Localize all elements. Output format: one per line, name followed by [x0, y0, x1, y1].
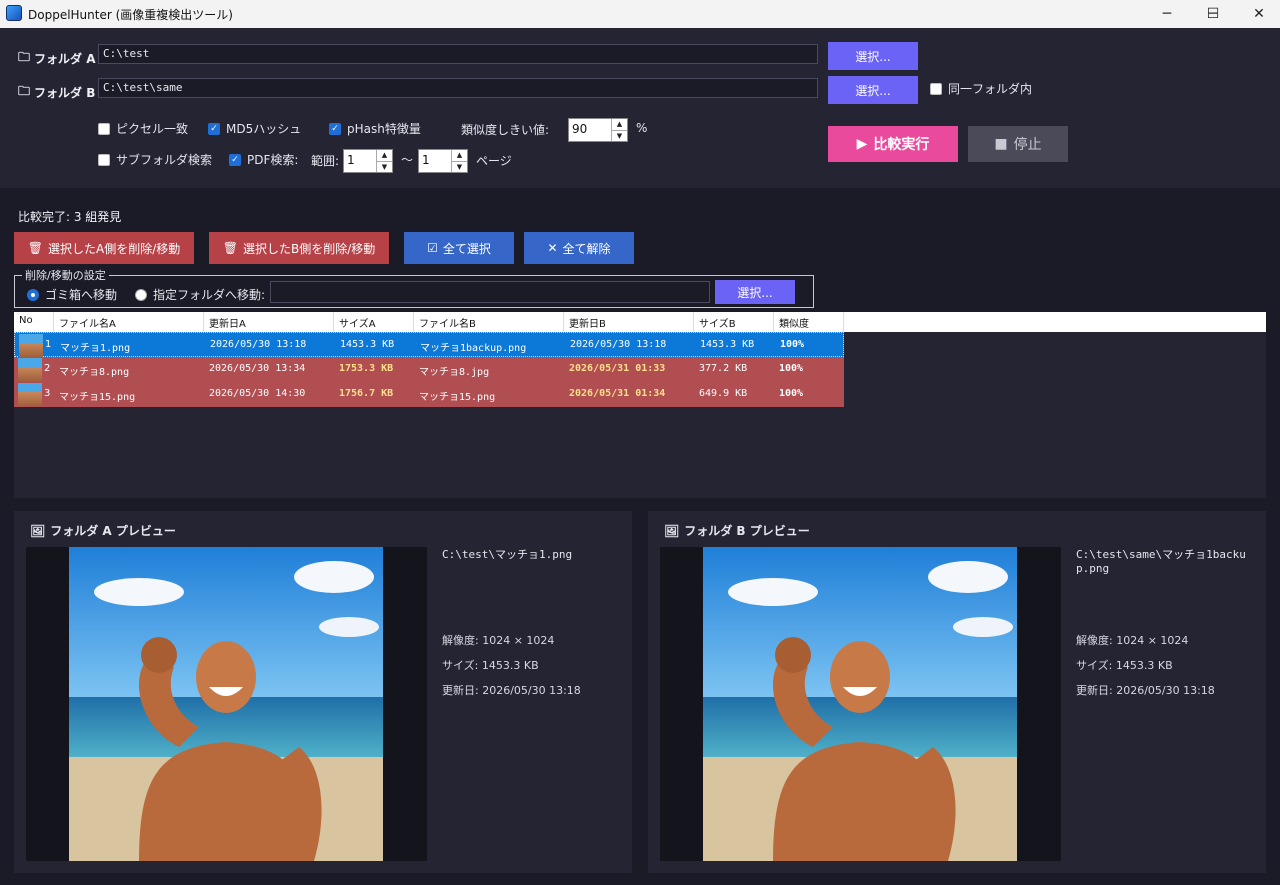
phash-checkbox[interactable]: ✓ pHash特徴量 — [329, 120, 421, 137]
pdf-checkbox[interactable]: ✓ PDF検索: — [229, 151, 298, 168]
preview-b-size: サイズ: 1453.3 KB — [1076, 659, 1173, 672]
threshold-spinner[interactable]: 90 ▲ ▼ — [568, 118, 628, 142]
range-label: 範囲: — [311, 154, 340, 168]
status-text: 比較完了: 3 組発見 — [18, 210, 122, 224]
maximize-button[interactable]: ☐ — [1190, 0, 1236, 28]
same-folder-checkbox[interactable]: 同一フォルダ内 — [930, 80, 1032, 97]
minimize-icon: ─ — [1162, 6, 1172, 22]
move-target-input[interactable] — [270, 281, 710, 303]
folder-icon: 🗀 — [18, 50, 31, 64]
move-settings-group: ゴミ箱へ移動 指定フォルダへ移動: 選択... — [14, 275, 814, 308]
delete-a-button[interactable]: 🗑 選択したA側を削除/移動 — [14, 232, 194, 264]
col-header-name-a[interactable]: ファイル名A — [54, 312, 204, 332]
table-row[interactable]: 3 マッチョ15.png 2026/05/30 14:30 1756.7 KB … — [14, 382, 844, 407]
threshold-label: 類似度しきい値: — [461, 123, 550, 137]
spin-down-icon[interactable]: ▼ — [377, 160, 392, 173]
range-unit: ページ — [476, 154, 512, 168]
col-header-no[interactable]: No — [14, 312, 54, 332]
app-icon — [6, 5, 22, 21]
run-compare-button[interactable]: ▶ 比較実行 — [828, 126, 958, 162]
spin-up-icon[interactable]: ▲ — [377, 150, 392, 161]
spin-up-icon[interactable]: ▲ — [452, 150, 467, 161]
folder-a-label: 🗀 フォルダ A — [18, 48, 95, 69]
x-icon: ✕ — [547, 241, 558, 255]
preview-b-title: 🖼 フォルダ B プレビュー — [664, 523, 810, 539]
preview-a-size: サイズ: 1453.3 KB — [442, 659, 539, 672]
folder-icon: 🗀 — [18, 84, 31, 98]
table-row[interactable]: 1 マッチョ1.png 2026/05/30 13:18 1453.3 KB マ… — [14, 332, 844, 357]
preview-b-path: C:\test\same\マッチョ1backup.png — [1076, 548, 1246, 575]
col-header-size-b[interactable]: サイズB — [694, 312, 774, 332]
folder-a-select-button[interactable]: 選択... — [828, 42, 918, 70]
move-target-select-button[interactable]: 選択... — [715, 280, 795, 304]
stop-icon: ■ — [994, 136, 1008, 152]
check-icon: ✓ — [229, 153, 241, 166]
image-icon: 🖼 — [664, 523, 680, 538]
preview-a-modified: 更新日: 2026/05/30 13:18 — [442, 684, 581, 697]
preview-b-image — [703, 547, 1017, 861]
settings-panel: 🗀 フォルダ A C:\test 選択... 🗀 フォルダ B C:\test\sa… — [0, 28, 1280, 188]
stop-button[interactable]: ■ 停止 — [968, 126, 1068, 162]
check-icon: ✓ — [329, 122, 341, 135]
preview-panel-a: 🖼 フォルダ A プレビュー C:\test\マッチョ1.png 解像度: 102… — [14, 511, 632, 873]
folder-move-radio[interactable]: 指定フォルダへ移動: — [135, 286, 265, 303]
threshold-unit: % — [636, 121, 648, 135]
trash-icon: 🗑 — [222, 241, 238, 255]
window-title: DoppelHunter (画像重複検出ツール) — [28, 8, 233, 22]
preview-a-resolution: 解像度: 1024 × 1024 — [442, 634, 555, 647]
range-from-spinner[interactable]: 1 ▲ ▼ — [343, 149, 393, 173]
preview-a-title: 🖼 フォルダ A プレビュー — [30, 523, 176, 539]
spin-up-icon[interactable]: ▲ — [612, 119, 627, 130]
preview-b-modified: 更新日: 2026/05/30 13:18 — [1076, 684, 1215, 697]
preview-a-frame — [26, 547, 427, 861]
spin-down-icon[interactable]: ▼ — [452, 160, 467, 173]
select-all-button[interactable]: ☑ 全て選択 — [404, 232, 514, 264]
folder-b-path-input[interactable]: C:\test\same — [98, 78, 818, 98]
minimize-button[interactable]: ─ — [1144, 0, 1190, 28]
col-header-name-b[interactable]: ファイル名B — [414, 312, 564, 332]
trash-radio[interactable]: ゴミ箱へ移動 — [27, 286, 117, 303]
results-table: No ファイル名A 更新日A サイズA ファイル名B 更新日B サイズB 類似度… — [14, 312, 1266, 498]
col-header-similarity[interactable]: 類似度 — [774, 312, 844, 332]
play-icon: ▶ — [856, 136, 868, 152]
maximize-icon: ☐ — [1206, 6, 1220, 22]
deselect-all-button[interactable]: ✕ 全て解除 — [524, 232, 634, 264]
range-separator: 〜 — [401, 153, 414, 167]
pixel-match-checkbox[interactable]: ピクセル一致 — [98, 120, 188, 137]
md5-checkbox[interactable]: ✓ MD5ハッシュ — [208, 120, 301, 137]
preview-a-path: C:\test\マッチョ1.png — [442, 548, 573, 561]
col-header-date-a[interactable]: 更新日A — [204, 312, 334, 332]
col-header-date-b[interactable]: 更新日B — [564, 312, 694, 332]
range-to-spinner[interactable]: 1 ▲ ▼ — [418, 149, 468, 173]
close-icon: ✕ — [1253, 6, 1265, 22]
folder-b-label: 🗀 フォルダ B — [18, 82, 95, 103]
table-header: No ファイル名A 更新日A サイズA ファイル名B 更新日B サイズB 類似度 — [14, 312, 1266, 332]
move-settings-legend: 削除/移動の設定 — [22, 267, 109, 283]
title-bar: DoppelHunter (画像重複検出ツール) ─ ✕ — [0, 0, 1280, 28]
close-button[interactable]: ✕ — [1236, 0, 1280, 28]
preview-a-image — [69, 547, 383, 861]
image-icon: 🖼 — [30, 523, 46, 538]
subfolder-checkbox[interactable]: サブフォルダ検索 — [98, 151, 212, 168]
check-icon: ✓ — [208, 122, 220, 135]
checkbox-box — [930, 82, 942, 95]
check-box-icon: ☑ — [427, 241, 438, 255]
preview-b-frame — [660, 547, 1061, 861]
table-row[interactable]: 2 マッチョ8.png 2026/05/30 13:34 1753.3 KB マ… — [14, 357, 844, 382]
folder-b-select-button[interactable]: 選択... — [828, 76, 918, 104]
col-header-size-a[interactable]: サイズA — [334, 312, 414, 332]
folder-a-path-input[interactable]: C:\test — [98, 44, 818, 64]
trash-icon: 🗑 — [27, 241, 43, 255]
delete-b-button[interactable]: 🗑 選択したB側を削除/移動 — [209, 232, 389, 264]
preview-b-resolution: 解像度: 1024 × 1024 — [1076, 634, 1189, 647]
preview-panel-b: 🖼 フォルダ B プレビュー C:\test\same\マッチョ1backup.p… — [648, 511, 1266, 873]
spin-down-icon[interactable]: ▼ — [612, 129, 627, 142]
